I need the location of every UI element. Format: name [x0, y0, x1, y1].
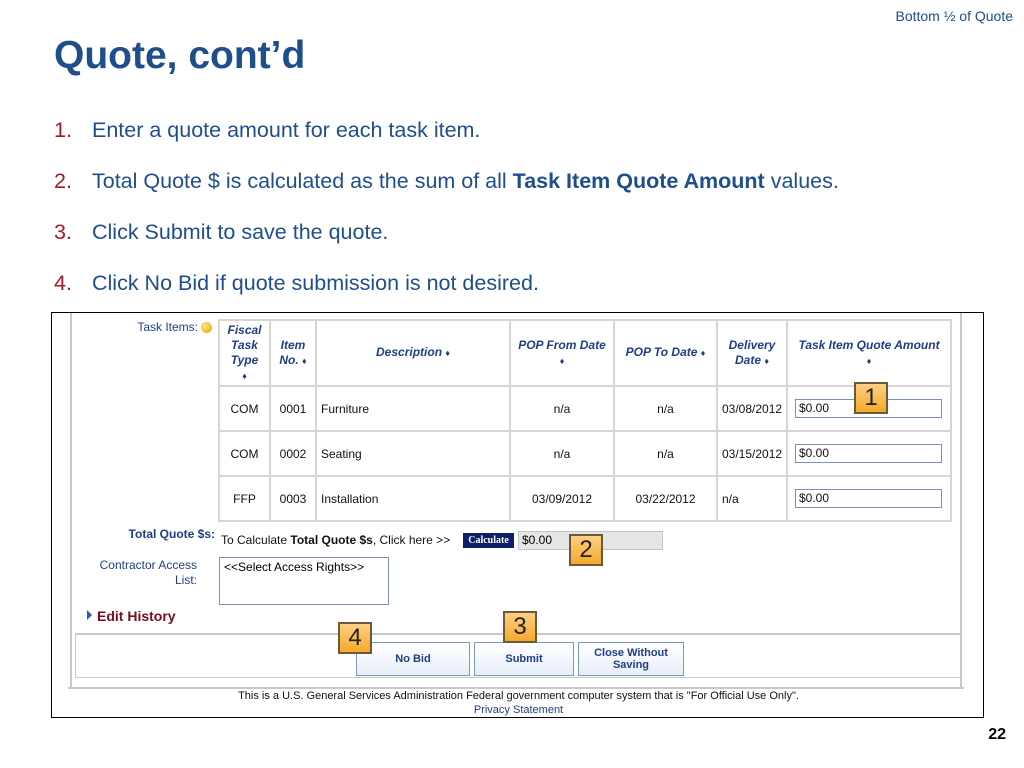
instruction-step: 3. Click Submit to save the quote. [54, 217, 839, 268]
calculate-instruction: To Calculate Total Quote $s, Click here … [221, 533, 450, 547]
step-text-before: Total Quote $ is calculated as the sum o… [92, 169, 513, 193]
cell-description: Installation [315, 475, 511, 522]
sort-icon[interactable]: ♦ [701, 348, 706, 358]
task-items-table: Fiscal Task Type ♦ Item No. ♦ Description… [218, 319, 952, 522]
edit-history-label: Edit History [97, 608, 176, 624]
table-row: COM 0002 Seating n/a n/a 03/15/2012 $0.0… [218, 430, 952, 477]
access-label-line1: Contractor Access [99, 558, 197, 572]
no-bid-button[interactable]: No Bid [356, 642, 470, 676]
info-bulb-icon[interactable] [201, 322, 212, 334]
cell-pop-from: n/a [509, 430, 615, 477]
calculate-button[interactable]: Calculate [463, 533, 514, 548]
close-label-line1: Close Without [594, 647, 668, 659]
instruction-list: 1. Enter a quote amount for each task ite… [54, 115, 839, 319]
footer-divider [68, 687, 964, 689]
table-row: COM 0001 Furniture n/a n/a 03/08/2012 $0… [218, 385, 952, 432]
official-use-notice: This is a U.S. General Services Administ… [238, 690, 799, 702]
col-label: Fiscal Task Type [227, 322, 262, 367]
step-text-after: values. [764, 169, 839, 193]
quote-form-screenshot: Task Items: Fiscal Task Type ♦ Item No. ♦… [51, 312, 984, 718]
contractor-access-label: Contractor Access List: [72, 558, 197, 588]
callout-2-badge: 2 [569, 534, 603, 566]
calc-prefix: To Calculate [221, 533, 291, 547]
cell-amount: $0.00 [786, 475, 952, 522]
step-text: Click No Bid if quote submission is not … [92, 271, 539, 295]
access-rights-select[interactable]: <<Select Access Rights>> [219, 557, 389, 605]
sort-icon[interactable]: ♦ [242, 371, 247, 381]
col-pop-from[interactable]: POP From Date ♦ [509, 319, 615, 387]
step-number: 2. [54, 169, 72, 193]
cell-pop-from: n/a [509, 385, 615, 432]
cell-delivery: 03/15/2012 [716, 430, 788, 477]
step-text: Click Submit to save the quote. [92, 220, 389, 244]
calc-bold: Total Quote $s [290, 533, 373, 547]
col-label: POP To Date [625, 345, 698, 359]
sort-icon[interactable]: ♦ [764, 356, 769, 366]
edit-history-toggle[interactable]: Edit History [87, 608, 176, 624]
table-row: FFP 0003 Installation 03/09/2012 03/22/2… [218, 475, 952, 522]
quote-amount-input[interactable]: $0.00 [795, 489, 942, 508]
step-text: Enter a quote amount for each task item. [92, 118, 481, 142]
sort-icon[interactable]: ♦ [867, 356, 872, 366]
page-number: 22 [988, 726, 1006, 743]
callout-4-badge: 4 [338, 622, 372, 654]
form-panel: Task Items: Fiscal Task Type ♦ Item No. ♦… [70, 313, 962, 689]
col-label: Description [376, 345, 443, 359]
privacy-statement-link[interactable]: Privacy Statement [52, 704, 983, 716]
task-items-label-text: Task Items: [137, 320, 198, 334]
cell-pop-from: 03/09/2012 [509, 475, 615, 522]
col-item-no[interactable]: Item No. ♦ [269, 319, 317, 387]
cell-type: FFP [218, 475, 271, 522]
col-description[interactable]: Description ♦ [315, 319, 511, 387]
step-number: 3. [54, 220, 72, 244]
task-items-label: Task Items: [72, 320, 212, 334]
cell-description: Seating [315, 430, 511, 477]
submit-button[interactable]: Submit [474, 642, 574, 676]
sort-icon[interactable]: ♦ [445, 348, 450, 358]
instruction-step: 2. Total Quote $ is calculated as the sum… [54, 166, 839, 217]
sort-icon[interactable]: ♦ [302, 356, 307, 366]
cell-type: COM [218, 385, 271, 432]
instruction-step: 1. Enter a quote amount for each task ite… [54, 115, 839, 166]
step-number: 4. [54, 271, 72, 295]
close-without-saving-button[interactable]: Close Without Saving [578, 642, 684, 676]
callout-3-badge: 3 [503, 611, 537, 643]
calc-suffix: , Click here >> [372, 533, 451, 547]
cell-delivery: 03/08/2012 [716, 385, 788, 432]
access-label-line2: List: [174, 573, 197, 587]
total-quote-label: Total Quote $s: [128, 527, 215, 541]
col-delivery-date[interactable]: Delivery Date ♦ [716, 319, 788, 387]
slide-title: Quote, cont’d [54, 34, 306, 77]
cell-item-no: 0001 [269, 385, 317, 432]
cell-amount: $0.00 [786, 430, 952, 477]
cell-item-no: 0002 [269, 430, 317, 477]
section-note: Bottom ½ of Quote [895, 8, 1013, 24]
col-fiscal-task-type[interactable]: Fiscal Task Type ♦ [218, 319, 271, 387]
cell-type: COM [218, 430, 271, 477]
col-quote-amount[interactable]: Task Item Quote Amount ♦ [786, 319, 952, 387]
callout-1-badge: 1 [854, 382, 888, 414]
col-label: Task Item Quote Amount [798, 337, 940, 352]
cell-pop-to: n/a [613, 430, 718, 477]
step-text-bold: Task Item Quote Amount [512, 169, 765, 193]
cell-delivery: n/a [716, 475, 788, 522]
close-label-line2: Saving [612, 659, 650, 671]
col-label: POP From Date [518, 337, 606, 352]
cell-item-no: 0003 [269, 475, 317, 522]
cell-pop-to: n/a [613, 385, 718, 432]
cell-pop-to: 03/22/2012 [613, 475, 718, 522]
quote-amount-input[interactable]: $0.00 [795, 444, 942, 463]
step-number: 1. [54, 118, 72, 142]
sort-icon[interactable]: ♦ [560, 356, 565, 366]
cell-description: Furniture [315, 385, 511, 432]
expand-triangle-icon [87, 610, 92, 620]
col-pop-to[interactable]: POP To Date ♦ [613, 319, 718, 387]
